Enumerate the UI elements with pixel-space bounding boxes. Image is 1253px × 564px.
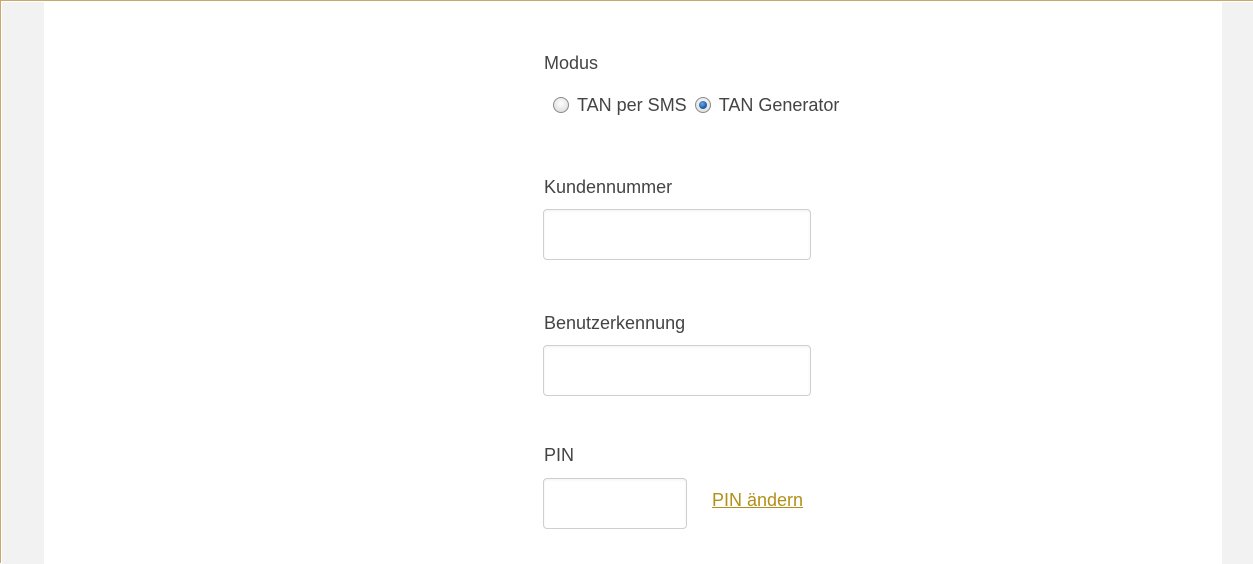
radio-tan-sms[interactable]: [553, 97, 569, 113]
radio-tan-generator[interactable]: [694, 97, 711, 113]
change-pin-link[interactable]: PIN ändern: [712, 489, 803, 511]
user-id-input[interactable]: [543, 345, 811, 396]
customer-number-input[interactable]: [543, 209, 811, 260]
pin-input[interactable]: [543, 478, 687, 529]
right-gutter: [1222, 2, 1253, 564]
user-id-label: Benutzerkennung: [544, 313, 686, 333]
pin-label: PIN: [544, 445, 575, 465]
customer-number-label: Kundennummer: [544, 177, 673, 197]
radio-tan-sms-label[interactable]: TAN per SMS: [577, 93, 687, 117]
login-form-panel: Modus TAN per SMS TAN Generator Kundennu…: [0, 0, 1253, 564]
radio-tan-generator-label[interactable]: TAN Generator: [719, 93, 840, 117]
mode-radio-group: TAN per SMS TAN Generator: [553, 93, 847, 117]
mode-label: Modus: [544, 53, 599, 73]
left-gutter: [2, 2, 44, 564]
